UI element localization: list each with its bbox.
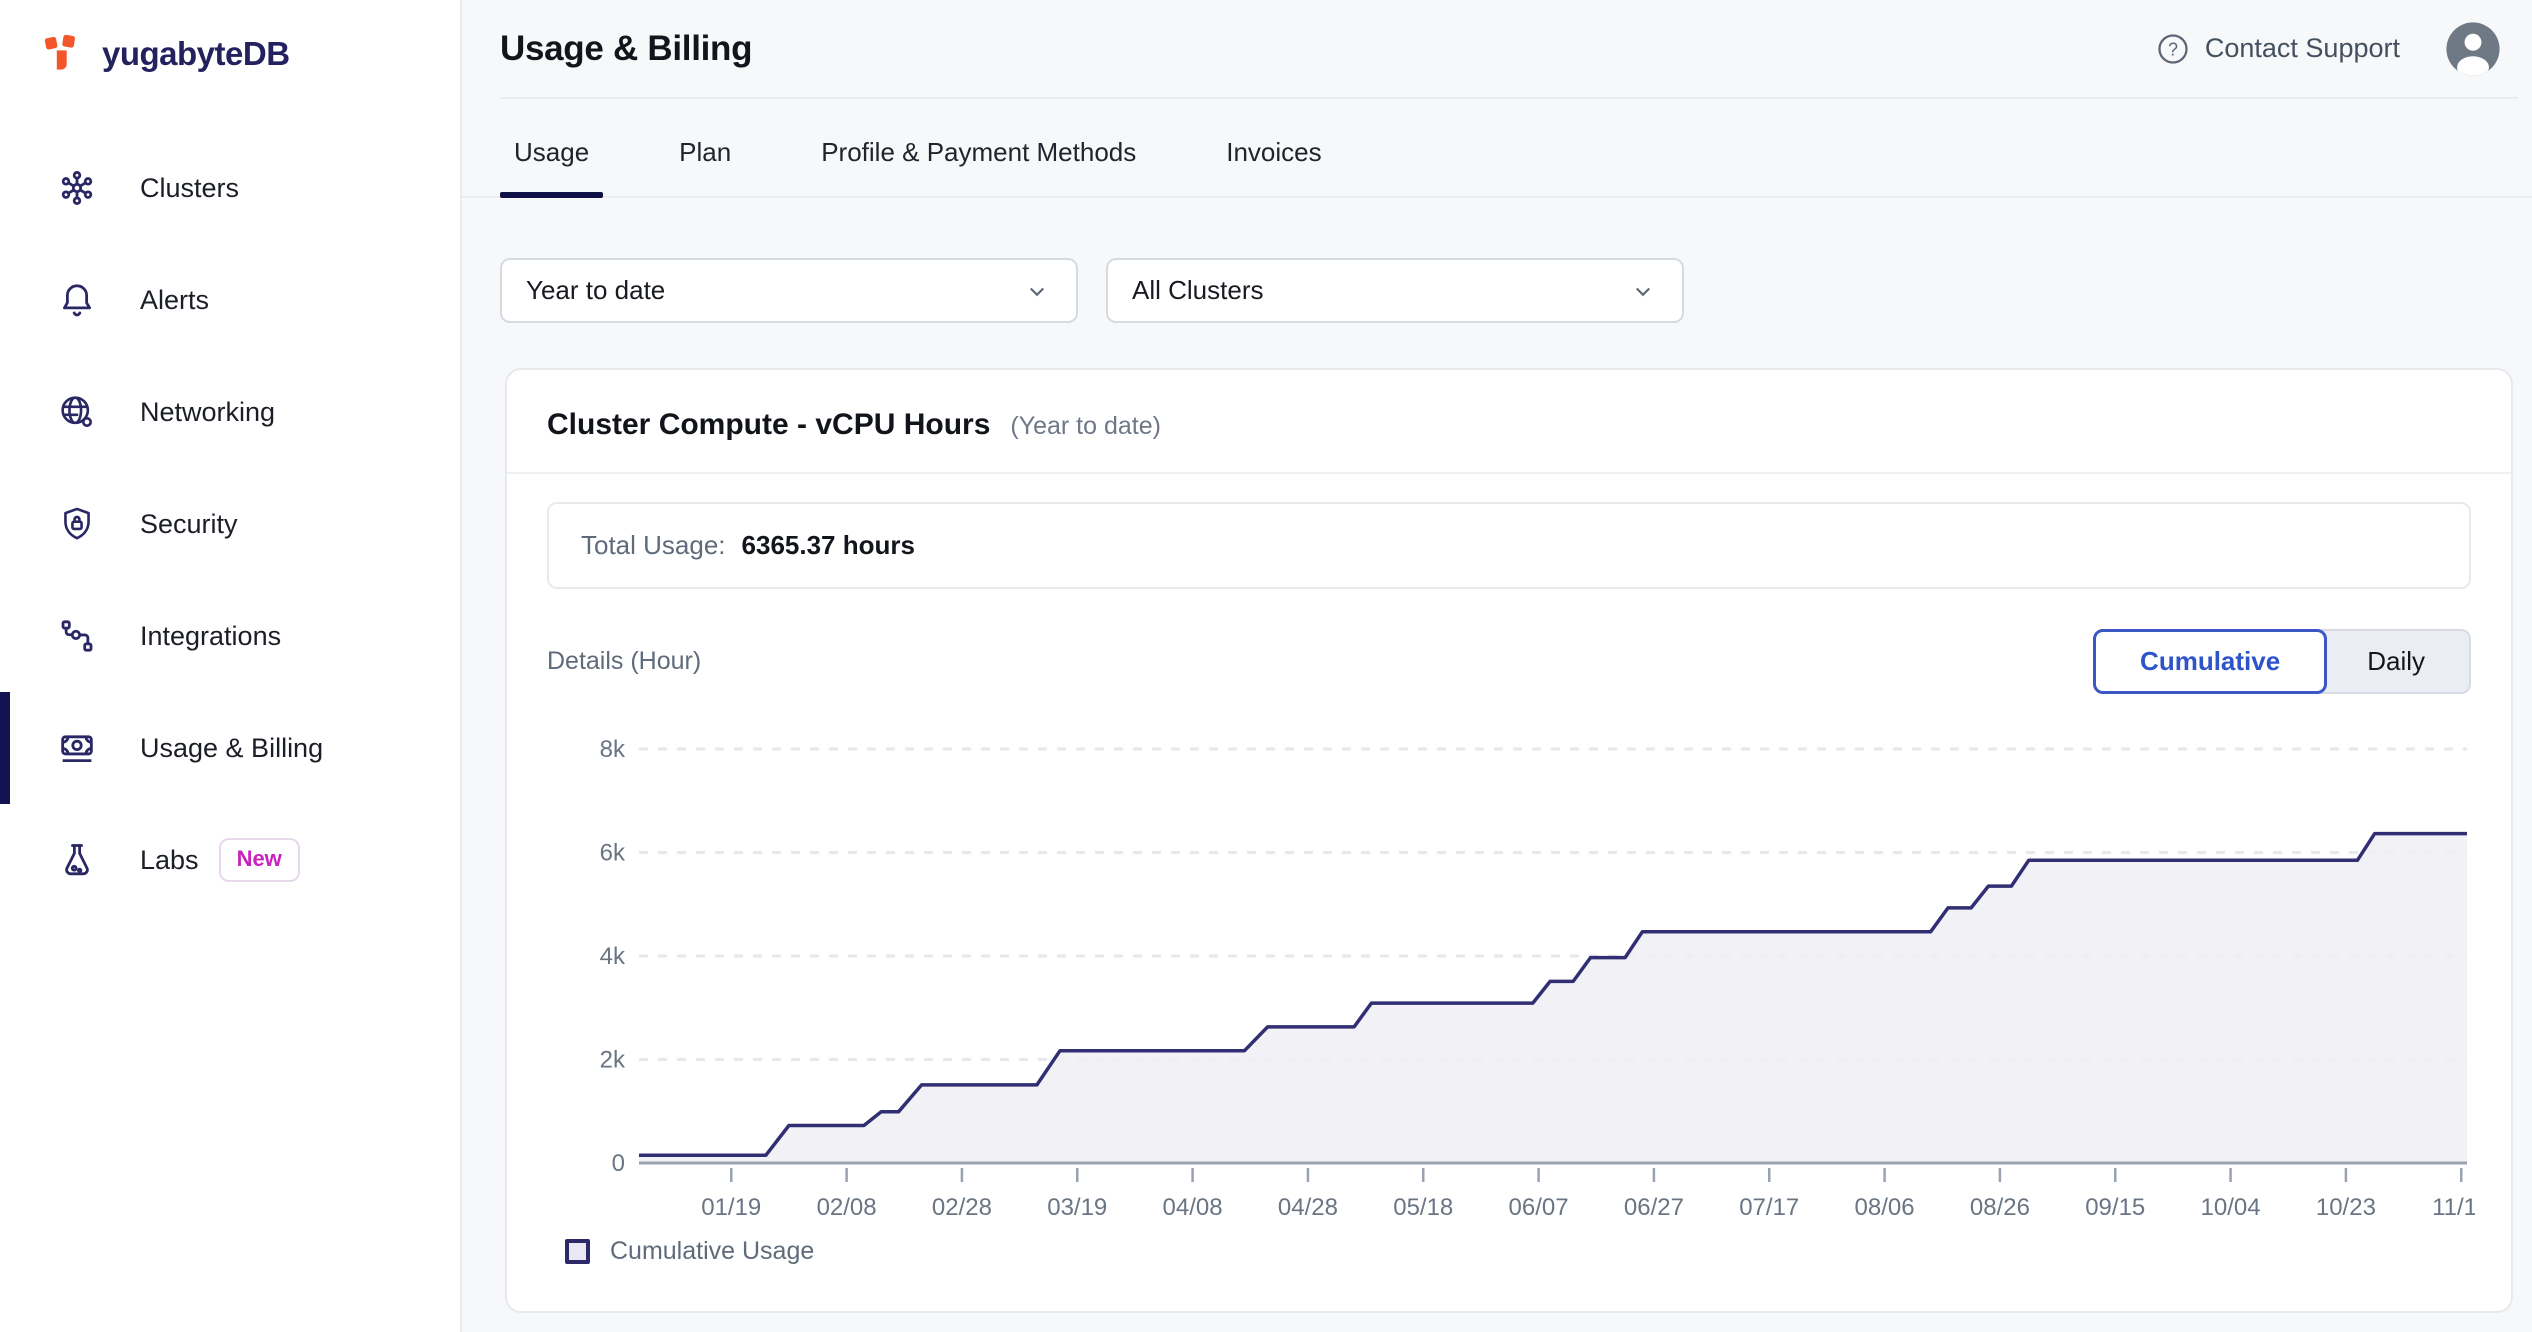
sidebar-item-labs[interactable]: Labs New xyxy=(0,804,460,916)
shield-lock-icon xyxy=(56,503,98,545)
tab-invoices[interactable]: Invoices xyxy=(1212,137,1335,196)
tab-plan[interactable]: Plan xyxy=(665,137,745,196)
x-tick-label: 03/19 xyxy=(1047,1194,1107,1220)
main-content: Usage & Billing ? Contact Support Usage P… xyxy=(462,0,2532,1332)
billing-tabs: Usage Plan Profile & Payment Methods Invoic… xyxy=(462,137,2532,198)
date-range-select[interactable]: Year to date xyxy=(500,258,1078,323)
contact-support-label: Contact Support xyxy=(2205,33,2400,64)
brand-name: yugabyteDB xyxy=(102,35,290,73)
help-circle-icon: ? xyxy=(2155,31,2191,67)
y-tick-label: 4k xyxy=(600,943,626,970)
chevron-down-icon xyxy=(1628,276,1658,306)
page-title: Usage & Billing xyxy=(500,29,752,69)
bell-icon xyxy=(56,279,98,321)
yugabyte-logo-mark xyxy=(40,30,88,78)
sidebar-item-integrations[interactable]: Integrations xyxy=(0,580,460,692)
cluster-select-value: All Clusters xyxy=(1132,275,1263,306)
sidebar-item-usage-billing[interactable]: Usage & Billing xyxy=(0,692,460,804)
usage-card-title: Cluster Compute - vCPU Hours xyxy=(547,408,990,442)
y-tick-label: 8k xyxy=(600,736,626,763)
usage-card-header: Cluster Compute - vCPU Hours (Year to da… xyxy=(507,370,2511,474)
banknote-icon xyxy=(56,727,98,769)
total-usage-box: Total Usage: 6365.37 hours xyxy=(547,502,2471,589)
sidebar-item-networking[interactable]: Networking xyxy=(0,356,460,468)
sidebar-item-clusters[interactable]: Clusters xyxy=(0,132,460,244)
daily-toggle-button[interactable]: Daily xyxy=(2319,629,2471,694)
x-tick-label: 06/27 xyxy=(1624,1194,1684,1220)
x-tick-label: 02/28 xyxy=(932,1194,992,1220)
new-badge: New xyxy=(219,838,300,882)
legend-checkbox[interactable] xyxy=(565,1239,590,1264)
sidebar-item-label: Integrations xyxy=(140,621,281,652)
sidebar-item-label: Clusters xyxy=(140,173,239,204)
usage-card: Cluster Compute - vCPU Hours (Year to da… xyxy=(505,368,2513,1313)
cumulative-toggle-button[interactable]: Cumulative xyxy=(2093,629,2327,694)
details-row: Details (Hour) CumulativeDaily xyxy=(547,629,2471,694)
x-tick-label: 10/23 xyxy=(2316,1194,2376,1220)
x-tick-label: 01/19 xyxy=(701,1194,761,1220)
integrations-icon xyxy=(56,615,98,657)
x-tick-label: 02/08 xyxy=(817,1194,877,1220)
sidebar-item-label: Alerts xyxy=(140,285,209,316)
sidebar-item-label: Security xyxy=(140,509,238,540)
sidebar: yugabyteDB Clusters Alerts Networking Se… xyxy=(0,0,462,1332)
x-tick-label: 10/04 xyxy=(2201,1194,2261,1220)
chart-legend: Cumulative Usage xyxy=(565,1237,2511,1266)
filters-row: Year to date All Clusters xyxy=(462,258,2532,323)
sidebar-item-label: Labs xyxy=(140,845,199,876)
cumulative-usage-area xyxy=(639,834,2467,1163)
x-tick-label: 09/15 xyxy=(2085,1194,2145,1220)
cumulative-daily-toggle: CumulativeDaily xyxy=(2093,629,2471,694)
user-avatar-icon[interactable] xyxy=(2444,20,2502,78)
x-tick-label: 08/06 xyxy=(1855,1194,1915,1220)
total-usage-value: 6365.37 hours xyxy=(742,530,915,561)
sidebar-item-label: Usage & Billing xyxy=(140,733,323,764)
header-divider xyxy=(500,97,2518,99)
x-tick-label: 04/28 xyxy=(1278,1194,1338,1220)
x-tick-label: 08/26 xyxy=(1970,1194,2030,1220)
x-tick-label: 05/18 xyxy=(1393,1194,1453,1220)
date-range-value: Year to date xyxy=(526,275,665,306)
tab-profile-payment-methods[interactable]: Profile & Payment Methods xyxy=(807,137,1150,196)
chevron-down-icon xyxy=(1022,276,1052,306)
x-tick-label: 11/13 xyxy=(2432,1194,2475,1220)
sidebar-item-label: Networking xyxy=(140,397,275,428)
details-label: Details (Hour) xyxy=(547,647,701,676)
total-usage-label: Total Usage: xyxy=(581,530,726,561)
x-tick-label: 04/08 xyxy=(1163,1194,1223,1220)
yugabytedb-logo[interactable]: yugabyteDB xyxy=(40,30,460,78)
svg-text:?: ? xyxy=(2168,39,2178,59)
globe-gear-icon xyxy=(56,391,98,433)
clusters-icon xyxy=(56,167,98,209)
legend-label: Cumulative Usage xyxy=(610,1237,814,1266)
contact-support-button[interactable]: ? Contact Support xyxy=(2155,31,2400,67)
sidebar-item-alerts[interactable]: Alerts xyxy=(0,244,460,356)
y-tick-label: 0 xyxy=(612,1150,625,1177)
usage-area-chart: 0 2k 4k 6k 8k 01/19 02/08 02/28 03/19 04/08 04/28 0… xyxy=(547,720,2475,1220)
topbar: Usage & Billing ? Contact Support xyxy=(462,0,2532,97)
usage-card-subtitle: (Year to date) xyxy=(1010,412,1161,441)
cluster-select[interactable]: All Clusters xyxy=(1106,258,1684,323)
y-tick-label: 6k xyxy=(600,840,626,867)
tab-usage[interactable]: Usage xyxy=(500,137,603,196)
sidebar-nav: Clusters Alerts Networking Security Inte… xyxy=(0,132,460,916)
x-tick-label: 06/07 xyxy=(1509,1194,1569,1220)
sidebar-item-security[interactable]: Security xyxy=(0,468,460,580)
flask-icon xyxy=(56,839,98,881)
usage-chart: 0 2k 4k 6k 8k 01/19 02/08 02/28 03/19 04/08 04/28 0… xyxy=(547,720,2471,1225)
y-tick-label: 2k xyxy=(600,1047,626,1074)
x-tick-label: 07/17 xyxy=(1739,1194,1799,1220)
